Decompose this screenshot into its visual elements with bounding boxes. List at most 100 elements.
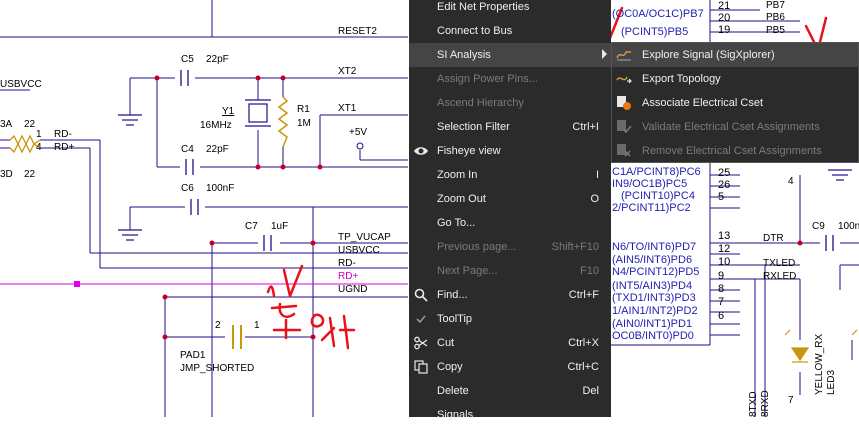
menu-item-shortcut: Ctrl+I	[572, 121, 599, 133]
net-label-xt1: XT1	[338, 103, 357, 114]
menu-item-label: ToolTip	[437, 313, 473, 325]
ic-pin-number: 21	[718, 0, 731, 12]
net-label-dtr: DTR	[763, 233, 784, 244]
check-icon	[413, 311, 429, 327]
search-icon	[413, 287, 429, 303]
net-label-pb6: PB6	[766, 12, 785, 23]
c6-ref: C6	[181, 183, 194, 194]
ic-pin-number: 10	[718, 256, 731, 268]
r1-value: 1M	[297, 118, 311, 129]
menu-item-find[interactable]: Find... Ctrl+F	[409, 283, 611, 307]
menu-item-label: Associate Electrical Cset	[642, 97, 764, 109]
menu-item-shortcut: Shift+F10	[551, 241, 599, 253]
menu-item-label: Copy	[437, 361, 463, 373]
menu-item-signals[interactable]: Signals	[409, 403, 611, 427]
net-label-tp-vucap: TP_VUCAP	[338, 232, 391, 243]
menu-item-shortcut: Ctrl+F	[568, 289, 599, 301]
led3-ref: LED3	[826, 369, 837, 395]
pin-number-4: 4	[788, 176, 794, 187]
menu-item-edit-net-properties[interactable]: Edit Net Properties	[409, 0, 611, 19]
ic-pin-number: 19	[718, 24, 731, 36]
menu-item-shortcut: Ctrl+C	[567, 361, 599, 373]
submenu-item-export-topology[interactable]: Export Topology	[612, 67, 858, 91]
pad1-pin-1: 1	[254, 320, 260, 331]
menu-item-connect-to-bus[interactable]: Connect to Bus	[409, 19, 611, 43]
menu-item-label: Previous page...	[437, 241, 517, 253]
rn-value-b: 22	[24, 169, 36, 180]
c4-value: 22pF	[206, 144, 229, 155]
c7-value: 1uF	[271, 221, 289, 232]
ic-pin-label: (INT5/AIN3)PD4	[612, 280, 693, 292]
rn-label-3a: 3A	[0, 119, 13, 130]
menu-item-shortcut: Ctrl+X	[568, 337, 599, 349]
menu-item-label: Go To...	[437, 217, 476, 229]
menu-item-cut[interactable]: Cut Ctrl+X	[409, 331, 611, 355]
ic-pin-number: 8	[718, 283, 725, 295]
menu-item-tooltip[interactable]: ToolTip	[409, 307, 611, 331]
ic-pin-number: 5	[718, 191, 725, 203]
net-label-pb5: PB5	[766, 25, 785, 36]
c7-ref: C7	[245, 221, 258, 232]
net-label-rd-minus: RD-	[338, 258, 356, 269]
menu-item-shortcut: Del	[582, 385, 599, 397]
menu-item-zoom-out[interactable]: Zoom Out O	[409, 187, 611, 211]
pad1-ref: PAD1	[180, 350, 206, 361]
ic-pin-number: 20	[718, 12, 731, 24]
menu-item-ascend-hierarchy[interactable]: Ascend Hierarchy	[409, 91, 611, 115]
led3-value: YELLOW_RX	[814, 333, 825, 395]
ic-pin-label: OC0B/INT0)PD0	[612, 330, 694, 342]
menu-item-previous-page[interactable]: Previous page... Shift+F10	[409, 235, 611, 259]
menu-item-label: Zoom In	[437, 169, 478, 181]
menu-item-label: SI Analysis	[437, 49, 491, 61]
menu-item-label: Edit Net Properties	[437, 1, 530, 13]
submenu-item-validate-cset[interactable]: Validate Electrical Cset Assignments	[612, 115, 858, 139]
menu-item-label: Signals	[437, 409, 474, 421]
net-label-usbvcc-left: USBVCC	[0, 79, 42, 90]
menu-item-delete[interactable]: Delete Del	[409, 379, 611, 403]
menu-item-zoom-in[interactable]: Zoom In I	[409, 163, 611, 187]
ic-pin-label: (PCINT10)PC4	[621, 190, 695, 202]
net-label-usbvcc: USBVCC	[338, 245, 380, 256]
explore-signal-icon	[616, 47, 632, 63]
y1-ref: Y1	[222, 106, 235, 117]
ic-pin-number: 26	[718, 179, 731, 191]
submenu-item-explore-signal[interactable]: Explore Signal (SigXplorer)	[612, 43, 858, 67]
menu-item-label: Explore Signal (SigXplorer)	[642, 49, 775, 61]
c5-ref: C5	[181, 54, 194, 65]
ic-pin-number: 12	[718, 243, 731, 255]
c4-ref: C4	[181, 144, 194, 155]
copy-icon	[413, 359, 429, 375]
ic-pin-number: 7	[718, 296, 725, 308]
y1-value: 16MHz	[200, 120, 232, 131]
menu-item-label: Fisheye view	[437, 145, 501, 157]
c9-ref: C9	[812, 221, 825, 232]
menu-item-label: Export Topology	[642, 73, 721, 85]
menu-item-assign-power-pins[interactable]: Assign Power Pins...	[409, 67, 611, 91]
menu-item-label: Validate Electrical Cset Assignments	[642, 121, 820, 133]
submenu-item-remove-cset[interactable]: Remove Electrical Cset Assignments	[612, 139, 858, 163]
ic-pin-label: (TXD1/INT3)PD3	[612, 292, 696, 304]
net-label-rd-plus-left: RD+	[54, 142, 75, 153]
menu-item-label: Next Page...	[437, 265, 498, 277]
ic-pin-label: IN9/OC1B)PC5	[612, 178, 688, 190]
net-label-rd-plus: RD+	[338, 271, 359, 282]
menu-item-shortcut: F10	[580, 265, 599, 277]
c9-value: 100n	[838, 221, 859, 232]
submenu-arrow-icon	[602, 49, 607, 59]
rn-pin-1: 1	[36, 129, 42, 140]
submenu-item-associate-cset[interactable]: Associate Electrical Cset	[612, 91, 858, 115]
net-label-reset2: RESET2	[338, 26, 377, 37]
c5-value: 22pF	[206, 54, 229, 65]
menu-item-si-analysis[interactable]: SI Analysis	[409, 43, 611, 67]
menu-item-go-to[interactable]: Go To...	[409, 211, 611, 235]
menu-item-next-page[interactable]: Next Page... F10	[409, 259, 611, 283]
ic-pin-label: N6/TO/INT6)PD7	[612, 241, 697, 253]
menu-item-copy[interactable]: Copy Ctrl+C	[409, 355, 611, 379]
ic-pin-number: 9	[718, 270, 725, 282]
menu-item-selection-filter[interactable]: Selection Filter Ctrl+I	[409, 115, 611, 139]
menu-item-label: Selection Filter	[437, 121, 510, 133]
ic-pin-label: (AIN0/INT1)PD1	[612, 318, 693, 330]
ic-pin-number: 6	[718, 310, 725, 322]
menu-item-fisheye-view[interactable]: Fisheye view	[409, 139, 611, 163]
associate-cset-icon	[616, 95, 632, 111]
